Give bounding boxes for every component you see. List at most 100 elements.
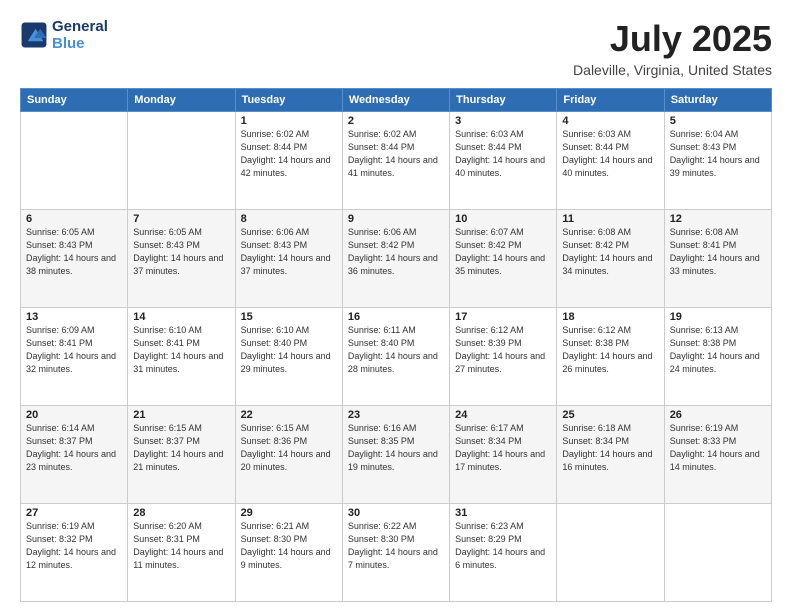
calendar-cell: 7Sunrise: 6:05 AM Sunset: 8:43 PM Daylig… (128, 210, 235, 308)
weekday-header-cell: Sunday (21, 89, 128, 112)
weekday-header-cell: Thursday (450, 89, 557, 112)
calendar-cell: 14Sunrise: 6:10 AM Sunset: 8:41 PM Dayli… (128, 308, 235, 406)
day-info: Sunrise: 6:12 AM Sunset: 8:39 PM Dayligh… (455, 324, 551, 376)
calendar-cell: 30Sunrise: 6:22 AM Sunset: 8:30 PM Dayli… (342, 504, 449, 602)
day-number: 15 (241, 311, 337, 323)
calendar-cell (21, 112, 128, 210)
day-info: Sunrise: 6:06 AM Sunset: 8:42 PM Dayligh… (348, 226, 444, 278)
calendar-cell: 11Sunrise: 6:08 AM Sunset: 8:42 PM Dayli… (557, 210, 664, 308)
day-number: 26 (670, 409, 766, 421)
calendar-cell (664, 504, 771, 602)
calendar-week-row: 27Sunrise: 6:19 AM Sunset: 8:32 PM Dayli… (21, 504, 772, 602)
day-info: Sunrise: 6:10 AM Sunset: 8:41 PM Dayligh… (133, 324, 229, 376)
day-number: 29 (241, 507, 337, 519)
day-number: 24 (455, 409, 551, 421)
calendar-week-row: 1Sunrise: 6:02 AM Sunset: 8:44 PM Daylig… (21, 112, 772, 210)
day-info: Sunrise: 6:06 AM Sunset: 8:43 PM Dayligh… (241, 226, 337, 278)
day-number: 11 (562, 213, 658, 225)
day-number: 3 (455, 115, 551, 127)
day-info: Sunrise: 6:12 AM Sunset: 8:38 PM Dayligh… (562, 324, 658, 376)
day-info: Sunrise: 6:02 AM Sunset: 8:44 PM Dayligh… (348, 128, 444, 180)
day-info: Sunrise: 6:08 AM Sunset: 8:41 PM Dayligh… (670, 226, 766, 278)
day-number: 2 (348, 115, 444, 127)
calendar-body: 1Sunrise: 6:02 AM Sunset: 8:44 PM Daylig… (21, 112, 772, 602)
day-info: Sunrise: 6:17 AM Sunset: 8:34 PM Dayligh… (455, 422, 551, 474)
calendar-cell: 5Sunrise: 6:04 AM Sunset: 8:43 PM Daylig… (664, 112, 771, 210)
day-number: 20 (26, 409, 122, 421)
calendar-header-row: SundayMondayTuesdayWednesdayThursdayFrid… (21, 89, 772, 112)
calendar-cell: 16Sunrise: 6:11 AM Sunset: 8:40 PM Dayli… (342, 308, 449, 406)
day-info: Sunrise: 6:05 AM Sunset: 8:43 PM Dayligh… (133, 226, 229, 278)
calendar-cell: 25Sunrise: 6:18 AM Sunset: 8:34 PM Dayli… (557, 406, 664, 504)
main-title: July 2025 (573, 18, 772, 60)
day-info: Sunrise: 6:10 AM Sunset: 8:40 PM Dayligh… (241, 324, 337, 376)
calendar-cell (128, 112, 235, 210)
title-block: July 2025 Daleville, Virginia, United St… (573, 18, 772, 78)
weekday-header-cell: Monday (128, 89, 235, 112)
day-number: 16 (348, 311, 444, 323)
calendar-cell: 20Sunrise: 6:14 AM Sunset: 8:37 PM Dayli… (21, 406, 128, 504)
weekday-header-cell: Friday (557, 89, 664, 112)
day-number: 23 (348, 409, 444, 421)
day-info: Sunrise: 6:19 AM Sunset: 8:33 PM Dayligh… (670, 422, 766, 474)
calendar-cell: 13Sunrise: 6:09 AM Sunset: 8:41 PM Dayli… (21, 308, 128, 406)
day-info: Sunrise: 6:15 AM Sunset: 8:36 PM Dayligh… (241, 422, 337, 474)
day-info: Sunrise: 6:04 AM Sunset: 8:43 PM Dayligh… (670, 128, 766, 180)
calendar-cell: 17Sunrise: 6:12 AM Sunset: 8:39 PM Dayli… (450, 308, 557, 406)
calendar-cell: 3Sunrise: 6:03 AM Sunset: 8:44 PM Daylig… (450, 112, 557, 210)
day-info: Sunrise: 6:19 AM Sunset: 8:32 PM Dayligh… (26, 520, 122, 572)
day-number: 4 (562, 115, 658, 127)
day-number: 28 (133, 507, 229, 519)
calendar-week-row: 6Sunrise: 6:05 AM Sunset: 8:43 PM Daylig… (21, 210, 772, 308)
day-info: Sunrise: 6:07 AM Sunset: 8:42 PM Dayligh… (455, 226, 551, 278)
day-number: 25 (562, 409, 658, 421)
calendar-cell: 18Sunrise: 6:12 AM Sunset: 8:38 PM Dayli… (557, 308, 664, 406)
calendar-week-row: 13Sunrise: 6:09 AM Sunset: 8:41 PM Dayli… (21, 308, 772, 406)
day-number: 27 (26, 507, 122, 519)
calendar-cell: 24Sunrise: 6:17 AM Sunset: 8:34 PM Dayli… (450, 406, 557, 504)
day-number: 7 (133, 213, 229, 225)
calendar-cell: 2Sunrise: 6:02 AM Sunset: 8:44 PM Daylig… (342, 112, 449, 210)
calendar-cell: 26Sunrise: 6:19 AM Sunset: 8:33 PM Dayli… (664, 406, 771, 504)
day-number: 30 (348, 507, 444, 519)
calendar-table: SundayMondayTuesdayWednesdayThursdayFrid… (20, 88, 772, 602)
calendar-cell: 31Sunrise: 6:23 AM Sunset: 8:29 PM Dayli… (450, 504, 557, 602)
day-info: Sunrise: 6:05 AM Sunset: 8:43 PM Dayligh… (26, 226, 122, 278)
logo-text: General Blue (52, 18, 108, 53)
day-info: Sunrise: 6:15 AM Sunset: 8:37 PM Dayligh… (133, 422, 229, 474)
day-info: Sunrise: 6:02 AM Sunset: 8:44 PM Dayligh… (241, 128, 337, 180)
day-number: 5 (670, 115, 766, 127)
day-info: Sunrise: 6:21 AM Sunset: 8:30 PM Dayligh… (241, 520, 337, 572)
day-info: Sunrise: 6:11 AM Sunset: 8:40 PM Dayligh… (348, 324, 444, 376)
day-info: Sunrise: 6:03 AM Sunset: 8:44 PM Dayligh… (562, 128, 658, 180)
calendar-cell: 12Sunrise: 6:08 AM Sunset: 8:41 PM Dayli… (664, 210, 771, 308)
calendar-cell (557, 504, 664, 602)
subtitle: Daleville, Virginia, United States (573, 62, 772, 78)
weekday-header-cell: Wednesday (342, 89, 449, 112)
calendar-cell: 21Sunrise: 6:15 AM Sunset: 8:37 PM Dayli… (128, 406, 235, 504)
day-info: Sunrise: 6:13 AM Sunset: 8:38 PM Dayligh… (670, 324, 766, 376)
day-info: Sunrise: 6:18 AM Sunset: 8:34 PM Dayligh… (562, 422, 658, 474)
day-number: 12 (670, 213, 766, 225)
logo-line1: General (52, 18, 108, 35)
logo: General Blue (20, 18, 108, 53)
day-number: 14 (133, 311, 229, 323)
day-number: 8 (241, 213, 337, 225)
calendar-week-row: 20Sunrise: 6:14 AM Sunset: 8:37 PM Dayli… (21, 406, 772, 504)
day-number: 13 (26, 311, 122, 323)
page: General Blue July 2025 Daleville, Virgin… (0, 0, 792, 612)
header: General Blue July 2025 Daleville, Virgin… (20, 18, 772, 78)
logo-icon (20, 21, 48, 49)
weekday-header-cell: Tuesday (235, 89, 342, 112)
calendar-cell: 1Sunrise: 6:02 AM Sunset: 8:44 PM Daylig… (235, 112, 342, 210)
day-info: Sunrise: 6:22 AM Sunset: 8:30 PM Dayligh… (348, 520, 444, 572)
day-number: 21 (133, 409, 229, 421)
calendar-cell: 4Sunrise: 6:03 AM Sunset: 8:44 PM Daylig… (557, 112, 664, 210)
day-number: 17 (455, 311, 551, 323)
day-info: Sunrise: 6:16 AM Sunset: 8:35 PM Dayligh… (348, 422, 444, 474)
day-number: 19 (670, 311, 766, 323)
day-info: Sunrise: 6:03 AM Sunset: 8:44 PM Dayligh… (455, 128, 551, 180)
day-info: Sunrise: 6:14 AM Sunset: 8:37 PM Dayligh… (26, 422, 122, 474)
calendar-cell: 27Sunrise: 6:19 AM Sunset: 8:32 PM Dayli… (21, 504, 128, 602)
logo-line2: Blue (52, 35, 108, 52)
